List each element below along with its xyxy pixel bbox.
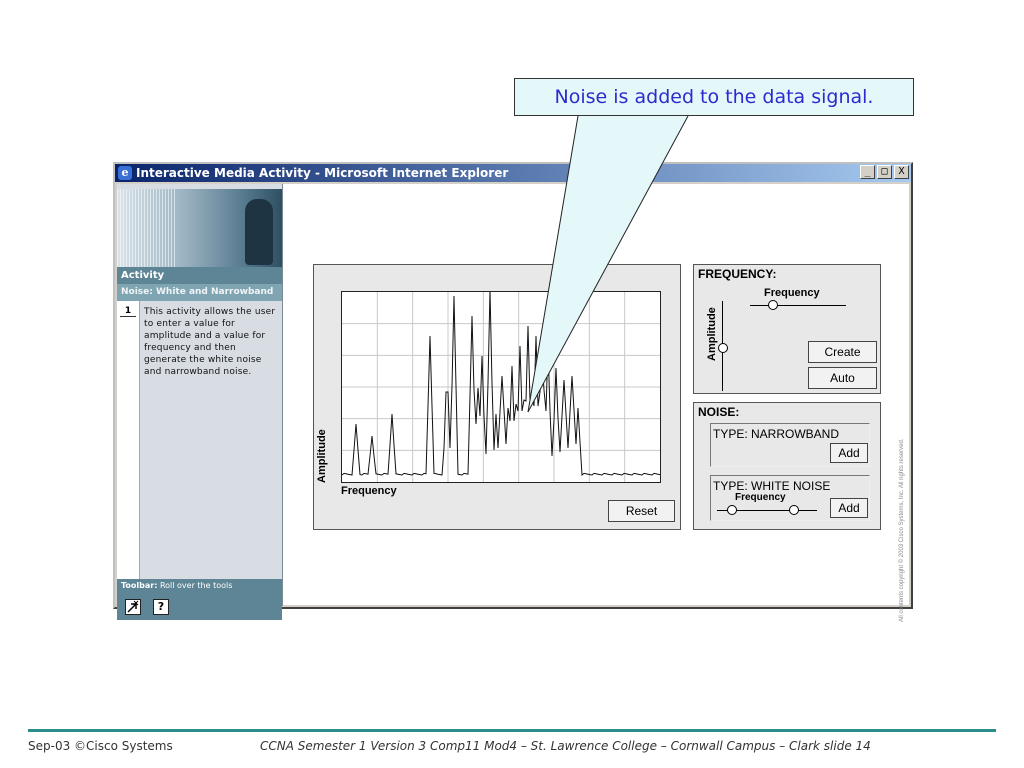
step-column: 1	[117, 301, 140, 579]
window-title: Interactive Media Activity - Microsoft I…	[136, 166, 509, 180]
white-noise-frequency-label: Frequency	[735, 492, 786, 503]
signal-plot	[342, 292, 660, 482]
white-noise-type-label: TYPE: WHITE NOISE	[713, 479, 831, 493]
noise-panel: NOISE: TYPE: NARROWBAND Add TYPE: WHITE …	[693, 402, 881, 530]
close-button[interactable]: X	[894, 165, 909, 179]
graph-y-axis-label: Amplitude	[316, 429, 328, 483]
callout-text: Noise is added to the data signal.	[554, 86, 874, 108]
toolbar: ?	[117, 593, 282, 620]
maximize-button[interactable]: □	[877, 165, 892, 179]
copyright-notice: All contents copyright © 2003 Cisco Syst…	[899, 438, 905, 623]
step-number[interactable]: 1	[120, 306, 136, 317]
frequency-panel: FREQUENCY: Frequency Amplitude Create Au…	[693, 264, 881, 394]
frequency-slider-label: Frequency	[764, 287, 820, 299]
narrowband-type-label: TYPE: NARROWBAND	[713, 427, 840, 441]
footer-left-text: Sep-03 ©Cisco Systems	[28, 739, 173, 753]
ie-logo-icon: e	[118, 166, 132, 180]
banner-person	[245, 199, 273, 265]
white-noise-slider-knob-high[interactable]	[789, 505, 799, 515]
white-noise-box: TYPE: WHITE NOISE Frequency Add	[710, 475, 870, 521]
noise-waveform	[342, 292, 660, 476]
frequency-slider-track	[750, 305, 846, 306]
tools-arrow-icon[interactable]	[125, 599, 141, 615]
add-white-noise-button[interactable]: Add	[830, 498, 868, 518]
activity-sidebar: Activity Noise: White and Narrowband 1 T…	[117, 184, 283, 620]
step-text: This activity allows the user to enter a…	[144, 307, 276, 377]
footer-right-text: CCNA Semester 1 Version 3 Comp11 Mod4 – …	[260, 739, 871, 753]
graph-x-axis-label: Frequency	[341, 485, 397, 497]
browser-window: e Interactive Media Activity - Microsoft…	[113, 162, 913, 622]
activity-subtitle: Noise: White and Narrowband	[117, 284, 282, 301]
minimize-button[interactable]: _	[860, 165, 875, 179]
callout-box: Noise is added to the data signal.	[514, 78, 914, 116]
toolbar-heading: Toolbar: Roll over the tools	[117, 579, 282, 593]
footer-rule	[28, 729, 996, 732]
noise-panel-title: NOISE:	[698, 405, 740, 419]
activity-heading: Activity	[117, 267, 282, 284]
reset-button[interactable]: Reset	[608, 500, 675, 522]
white-noise-slider-knob-low[interactable]	[727, 505, 737, 515]
amplitude-slider-knob[interactable]	[718, 343, 728, 353]
narrowband-noise-box: TYPE: NARROWBAND Add	[710, 423, 870, 467]
window-controls: _ □ X	[860, 165, 909, 179]
toolbar-label: Toolbar:	[121, 581, 158, 590]
auto-button[interactable]: Auto	[808, 367, 877, 389]
signal-graph	[341, 291, 661, 483]
amplitude-slider-label: Amplitude	[706, 307, 718, 361]
title-bar[interactable]: e Interactive Media Activity - Microsoft…	[115, 164, 911, 182]
add-narrowband-button[interactable]: Add	[830, 443, 868, 463]
banner-image	[117, 189, 282, 267]
toolbar-hint: Roll over the tools	[159, 581, 233, 590]
create-button[interactable]: Create	[808, 341, 877, 363]
page-content: Activity Noise: White and Narrowband 1 T…	[117, 184, 909, 622]
frequency-slider-knob[interactable]	[768, 300, 778, 310]
signal-graph-panel: Amplitude Frequency Reset	[313, 264, 681, 530]
frequency-panel-title: FREQUENCY:	[698, 267, 777, 281]
help-icon[interactable]: ?	[153, 599, 169, 615]
